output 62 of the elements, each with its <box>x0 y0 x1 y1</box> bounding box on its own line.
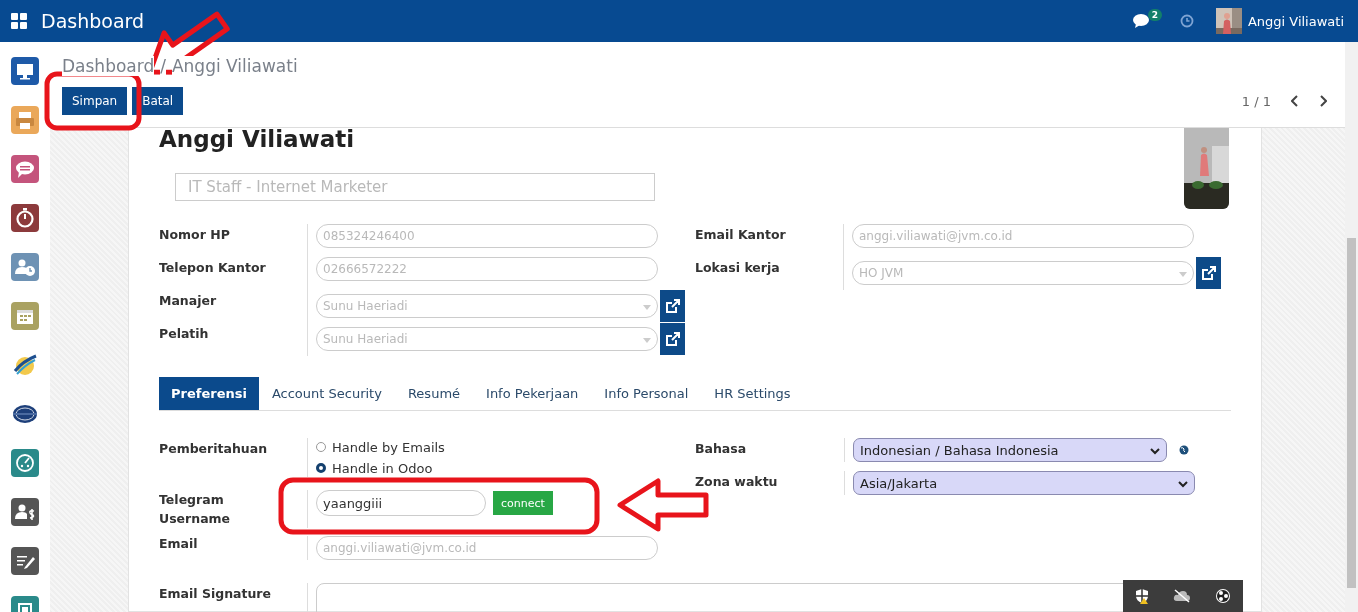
select-field[interactable]: Asia/Jakarta <box>853 471 1195 495</box>
scrollbar-thumb[interactable] <box>1347 238 1356 588</box>
scrollbar[interactable] <box>1345 42 1358 612</box>
external-link-button[interactable] <box>660 323 685 355</box>
caret-icon <box>1179 272 1187 277</box>
tab[interactable]: Info Personal <box>591 377 702 410</box>
globe-icon[interactable] <box>1179 445 1189 455</box>
external-link-icon <box>664 298 681 314</box>
cloud-off-icon[interactable] <box>1173 589 1191 603</box>
chevron-down-icon <box>1178 480 1188 488</box>
radio-label: Handle in Odoo <box>332 460 433 476</box>
app-title: Dashboard <box>41 10 145 32</box>
previous-icon[interactable] <box>1291 95 1299 107</box>
field-label: Nomor HP <box>159 224 308 257</box>
chevron-down-icon <box>1150 447 1160 455</box>
next-icon[interactable] <box>1319 95 1327 107</box>
radio-button[interactable] <box>316 463 326 473</box>
breadcrumb-separator: / <box>160 56 166 76</box>
chat-icon[interactable] <box>11 155 39 183</box>
field-label: Lokasi kerja <box>695 257 844 290</box>
tab[interactable]: Account Security <box>258 377 395 410</box>
clock-icon[interactable] <box>1179 14 1194 28</box>
field-label: Telegram Username <box>159 490 308 528</box>
user-clock-icon[interactable] <box>11 253 39 281</box>
monitor-icon[interactable] <box>11 57 39 85</box>
field-label: Telepon Kantor <box>159 257 308 290</box>
field-label: Pelatih <box>159 323 308 356</box>
breadcrumb-text: Anggi Viliawati <box>171 56 298 76</box>
field-label: Bahasa <box>695 438 845 462</box>
field-label: Pemberitahuan <box>159 438 308 477</box>
save-button[interactable]: Simpan <box>62 87 128 115</box>
caret-icon <box>643 305 651 310</box>
shield-icon[interactable] <box>1135 588 1149 604</box>
calendar-icon[interactable] <box>11 302 39 330</box>
menu-icon[interactable] <box>11 13 27 29</box>
tab[interactable]: Preferensi <box>159 377 259 410</box>
gauge-icon[interactable] <box>11 449 39 477</box>
user-dollar-icon[interactable] <box>11 498 39 526</box>
pen-icon[interactable] <box>11 547 39 575</box>
field-label: Email Signature <box>159 583 308 612</box>
printer-icon[interactable] <box>11 106 39 134</box>
external-link-button[interactable] <box>660 290 685 322</box>
breadcrumb-link[interactable]: Dashboard <box>62 56 155 76</box>
select-field[interactable]: Indonesian / Bahasa Indonesia <box>853 438 1167 462</box>
external-link-button[interactable] <box>1196 257 1221 289</box>
tab[interactable]: Info Pekerjaan <box>473 377 592 410</box>
external-link-icon <box>1200 265 1217 281</box>
external-link-icon <box>664 331 681 347</box>
employee-name: Anggi Viliawati <box>159 128 356 154</box>
caret-icon <box>643 338 651 343</box>
radio-label: Handle by Emails <box>332 439 445 455</box>
field-label: Email <box>159 536 308 560</box>
aperture-icon[interactable] <box>1215 588 1231 604</box>
field-label: Manajer <box>159 290 308 323</box>
pager-counter: 1 / 1 <box>1241 93 1271 109</box>
stopwatch-icon[interactable] <box>11 204 39 232</box>
tab[interactable]: HR Settings <box>701 377 804 410</box>
field-label: Email Kantor <box>695 224 844 257</box>
message-count-badge: 2 <box>1147 9 1162 21</box>
tab[interactable]: Resumé <box>394 377 474 410</box>
user-name[interactable]: Anggi Viliawati <box>1247 13 1344 29</box>
cancel-button[interactable]: Batal <box>132 87 184 115</box>
